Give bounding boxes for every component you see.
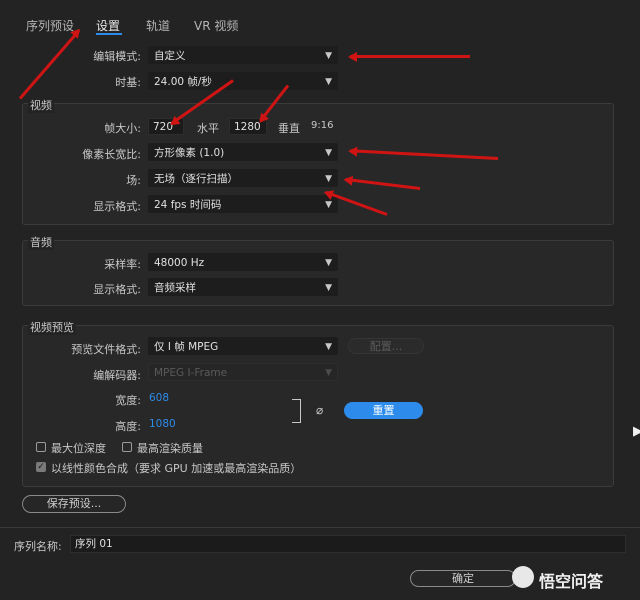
tab-tracks[interactable]: 轨道 bbox=[146, 17, 170, 34]
audio-display-format-label: 显示格式: bbox=[93, 283, 141, 296]
pixel-aspect-label: 像素长宽比: bbox=[82, 148, 141, 161]
tab-vr-video[interactable]: VR 视频 bbox=[194, 17, 238, 34]
tab-settings[interactable]: 设置 bbox=[96, 17, 120, 34]
reset-button[interactable]: 重置 bbox=[344, 402, 423, 419]
sample-rate-dropdown[interactable]: 48000 Hz ▼ bbox=[148, 253, 338, 271]
video-section-title: 视频 bbox=[28, 97, 54, 113]
chevron-down-icon: ▼ bbox=[325, 258, 332, 268]
chevron-down-icon: ▼ bbox=[325, 51, 332, 61]
tab-sequence-presets[interactable]: 序列预设 bbox=[26, 17, 74, 34]
ok-button[interactable]: 确定 bbox=[410, 570, 516, 587]
pixel-aspect-dropdown[interactable]: 方形像素 (1.0) ▼ bbox=[148, 143, 338, 161]
audio-display-format-dropdown[interactable]: 音频采样 ▼ bbox=[148, 278, 338, 296]
link-bracket bbox=[292, 399, 301, 423]
video-display-format-dropdown[interactable]: 24 fps 时间码 ▼ bbox=[148, 195, 338, 213]
active-tab-indicator bbox=[96, 33, 122, 35]
sequence-name-label: 序列名称: bbox=[14, 540, 62, 553]
linear-color-checkbox[interactable]: ✓ bbox=[36, 462, 46, 472]
divider bbox=[0, 527, 640, 528]
chevron-down-icon: ▼ bbox=[325, 174, 332, 184]
aspect-ratio-value: 9:16 bbox=[311, 120, 334, 131]
watermark-logo-icon bbox=[512, 566, 534, 588]
chevron-down-icon: ▼ bbox=[325, 368, 332, 378]
video-display-format-label: 显示格式: bbox=[93, 200, 141, 213]
watermark-text: 悟空问答 bbox=[539, 572, 604, 591]
preview-file-format-dropdown[interactable]: 仅 I 帧 MPEG ▼ bbox=[148, 337, 338, 355]
frame-size-label: 帧大小: bbox=[104, 122, 141, 135]
save-preset-button[interactable]: 保存预设... bbox=[22, 495, 126, 513]
sequence-name-input[interactable]: 序列 01 bbox=[70, 535, 626, 553]
preview-width-label: 宽度: bbox=[115, 394, 141, 407]
configure-button: 配置... bbox=[348, 338, 424, 354]
preview-file-format-label: 预览文件格式: bbox=[71, 343, 141, 356]
cursor-icon: ▶ bbox=[633, 424, 640, 439]
edit-mode-dropdown[interactable]: 自定义 ▼ bbox=[148, 46, 338, 64]
max-bit-depth-label: 最大位深度 bbox=[51, 442, 106, 455]
codec-label: 编解码器: bbox=[93, 369, 141, 382]
preview-width-value[interactable]: 608 bbox=[149, 392, 169, 404]
codec-dropdown: MPEG I-Frame ▼ bbox=[148, 363, 338, 381]
chevron-down-icon: ▼ bbox=[325, 342, 332, 352]
max-render-quality-label: 最高渲染质量 bbox=[137, 442, 203, 455]
preview-height-value[interactable]: 1080 bbox=[149, 418, 176, 430]
timebase-dropdown[interactable]: 24.00 帧/秒 ▼ bbox=[148, 72, 338, 90]
timebase-label: 时基: bbox=[115, 76, 141, 89]
sample-rate-label: 采样率: bbox=[104, 258, 141, 271]
link-icon[interactable]: ⌀ bbox=[316, 403, 323, 417]
chevron-down-icon: ▼ bbox=[325, 77, 332, 87]
chevron-down-icon: ▼ bbox=[325, 148, 332, 158]
fields-dropdown[interactable]: 无场（逐行扫描） ▼ bbox=[148, 169, 338, 187]
annotation-arrow bbox=[350, 55, 470, 58]
chevron-down-icon: ▼ bbox=[325, 283, 332, 293]
fields-label: 场: bbox=[126, 174, 141, 187]
max-render-quality-checkbox[interactable] bbox=[122, 442, 132, 452]
horizontal-label: 水平 bbox=[197, 122, 219, 135]
video-preview-section-title: 视频预览 bbox=[28, 319, 76, 335]
vertical-label: 垂直 bbox=[278, 122, 300, 135]
preview-height-label: 高度: bbox=[115, 420, 141, 433]
linear-color-label: 以线性颜色合成（要求 GPU 加速或最高渲染品质） bbox=[51, 462, 302, 475]
audio-section-title: 音频 bbox=[28, 234, 54, 250]
max-bit-depth-checkbox[interactable] bbox=[36, 442, 46, 452]
